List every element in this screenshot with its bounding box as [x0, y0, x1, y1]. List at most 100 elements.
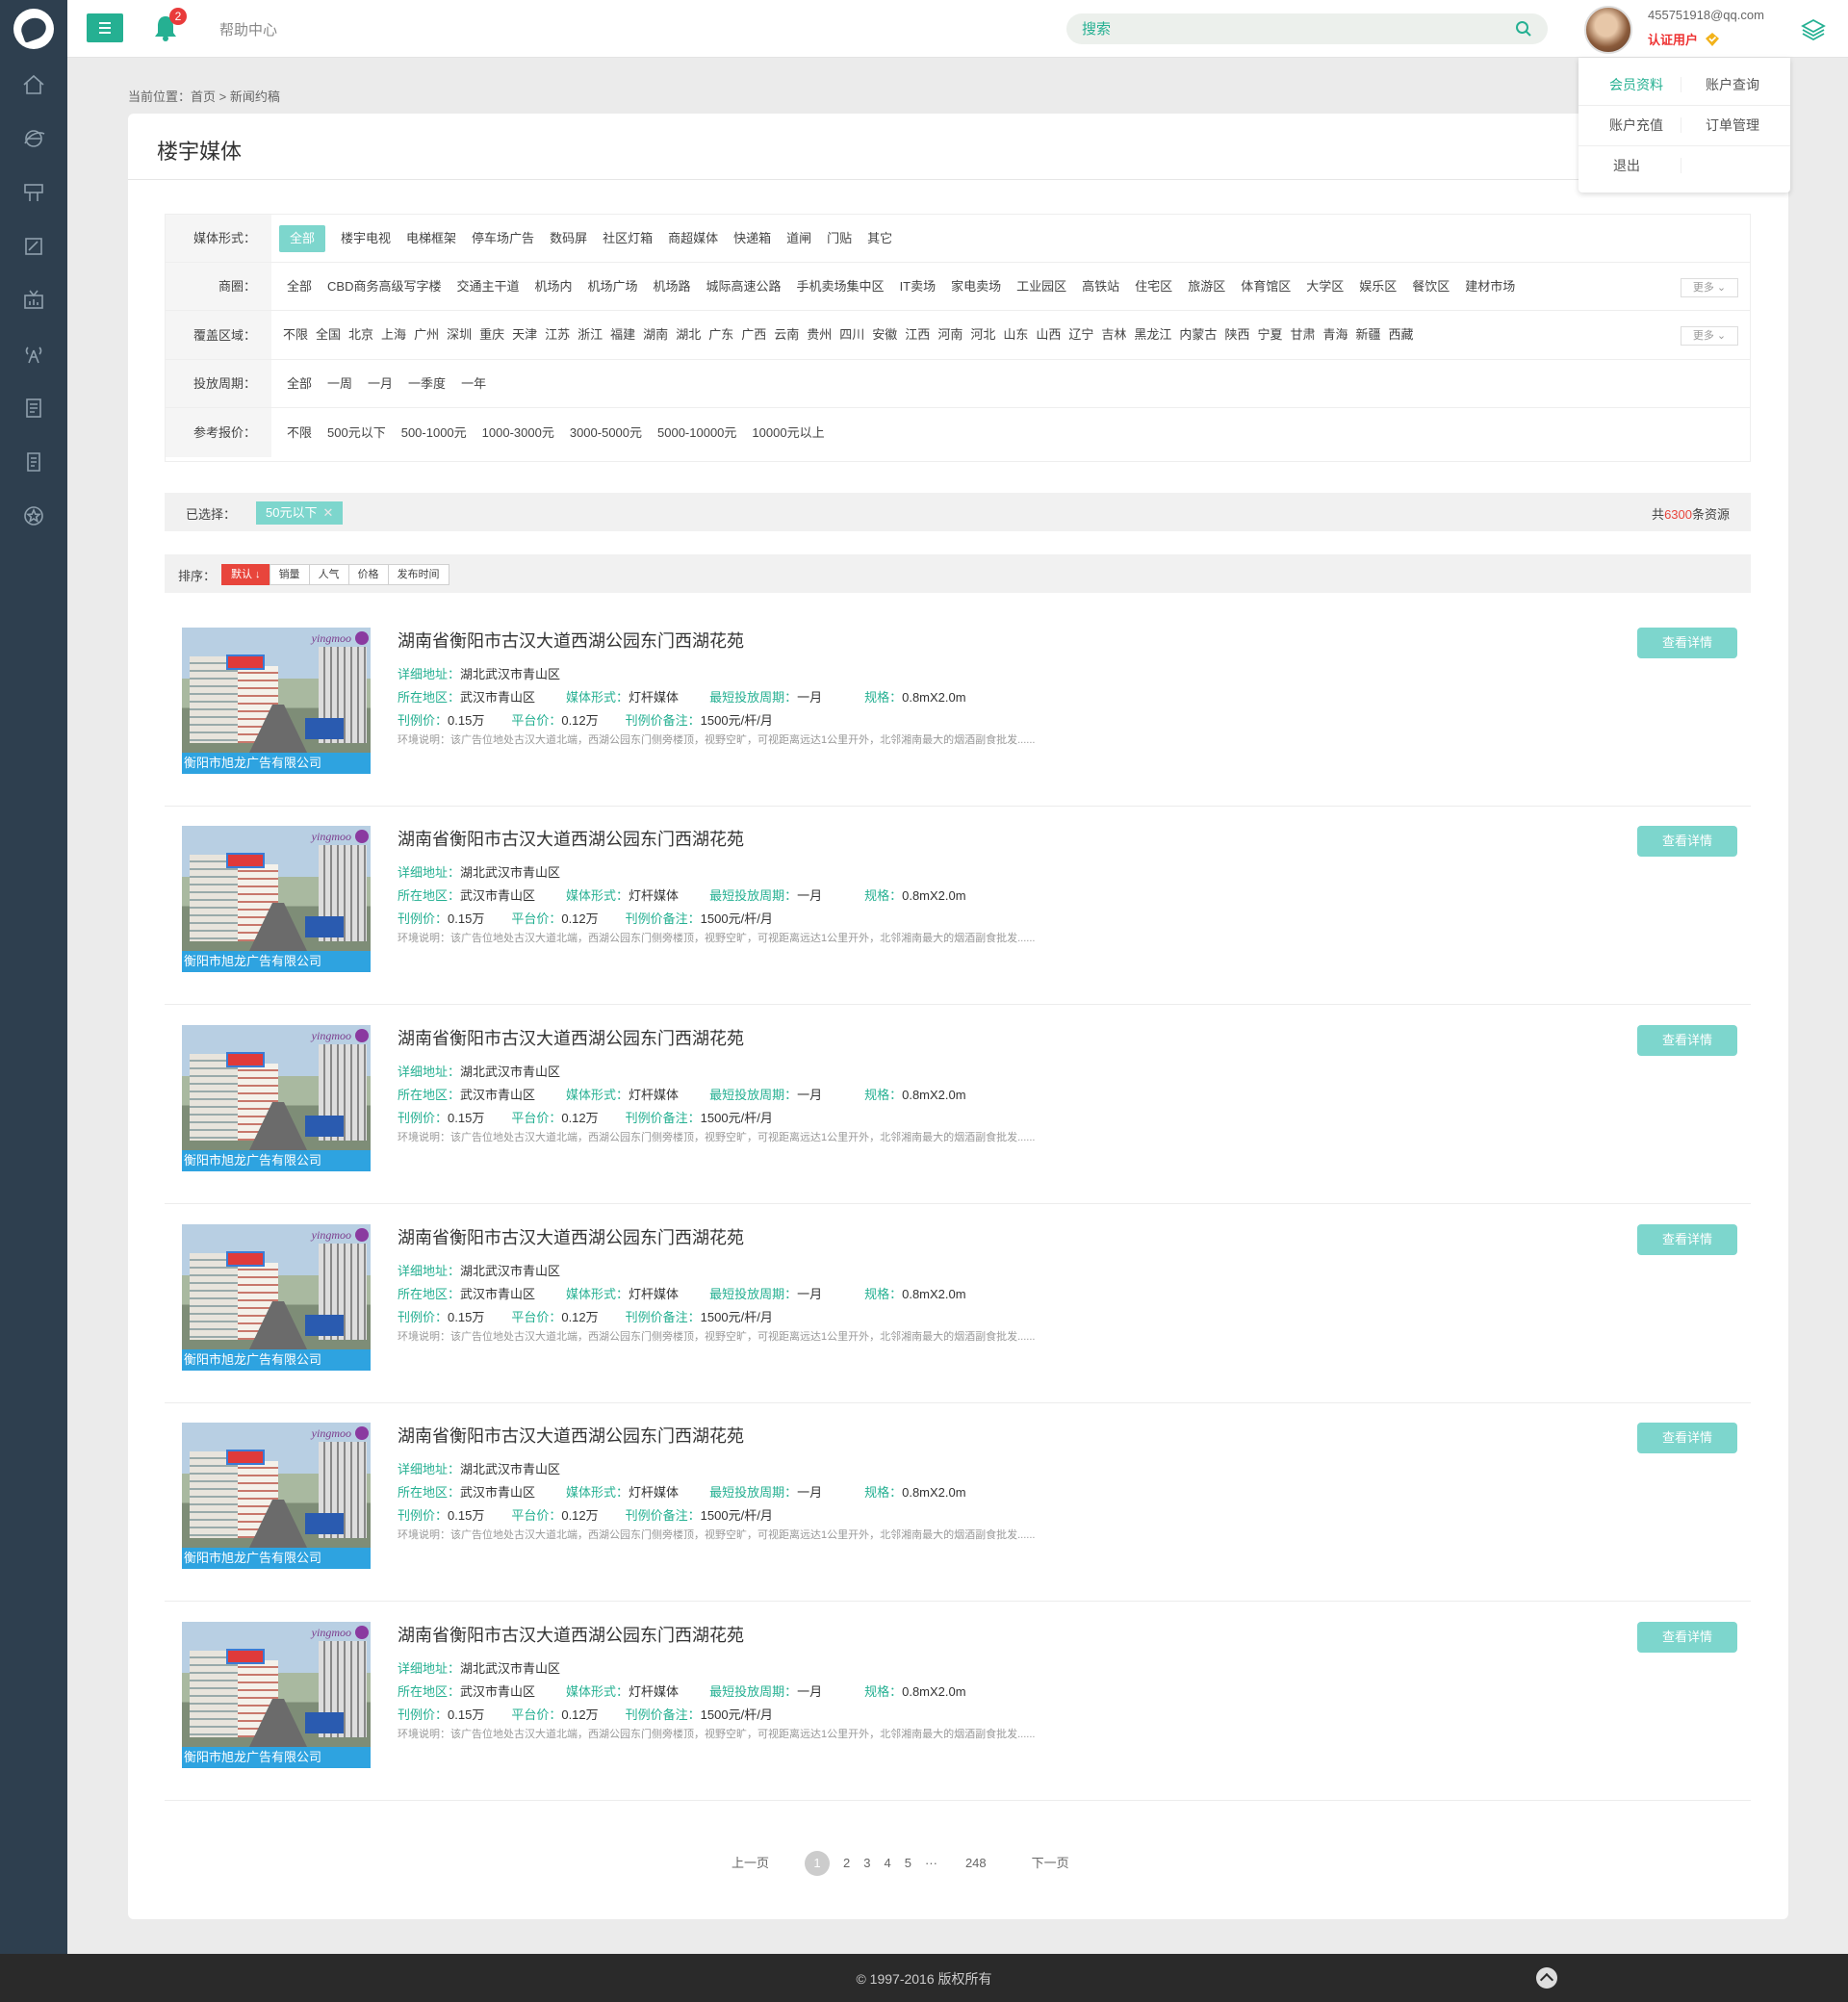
menu-account-query[interactable]: 账户查询	[1684, 65, 1781, 104]
view-details-button[interactable]: 查看详情	[1637, 1423, 1737, 1453]
filter-option[interactable]: 一周	[320, 371, 360, 398]
page-link[interactable]: 2	[843, 1852, 850, 1875]
filter-option[interactable]: 一年	[453, 371, 494, 398]
filter-option[interactable]: 重庆	[475, 321, 508, 348]
listing-title[interactable]: 湖南省衡阳市古汉大道西湖公园东门西湖花苑	[398, 1622, 744, 1647]
filter-option[interactable]: 门贴	[819, 225, 860, 252]
close-icon[interactable]: ✕	[322, 505, 333, 520]
filter-option[interactable]: 道闸	[779, 225, 819, 252]
filter-option[interactable]: 手机卖场集中区	[789, 273, 892, 300]
filter-option[interactable]: 四川	[835, 321, 868, 348]
filter-option[interactable]: 数码屏	[542, 225, 595, 252]
filter-option[interactable]: 停车场广告	[464, 225, 542, 252]
menu-account-recharge[interactable]: 账户充值	[1588, 106, 1684, 144]
filter-option[interactable]: 住宅区	[1127, 273, 1180, 300]
view-details-button[interactable]: 查看详情	[1637, 1622, 1737, 1653]
notification-button[interactable]: 2	[152, 8, 187, 44]
filter-option[interactable]: 城际高速公路	[699, 273, 789, 300]
filter-option[interactable]: 天津	[508, 321, 541, 348]
filter-option[interactable]: 大学区	[1298, 273, 1351, 300]
filter-option[interactable]: 福建	[606, 321, 639, 348]
listing-title[interactable]: 湖南省衡阳市古汉大道西湖公园东门西湖花苑	[398, 1224, 744, 1249]
more-button[interactable]: 更多 ⌄	[1681, 278, 1738, 297]
more-button[interactable]: 更多 ⌄	[1681, 326, 1738, 346]
filter-option[interactable]: 广东	[705, 321, 737, 348]
page-link[interactable]: 1	[805, 1851, 831, 1876]
listing-image[interactable]: yingmoo 衡阳市旭龙广告有限公司	[182, 1423, 371, 1569]
tv-icon[interactable]	[0, 273, 67, 327]
menu-logout[interactable]: 退出	[1578, 146, 1675, 185]
page-link[interactable]: 5	[905, 1852, 911, 1875]
filter-option[interactable]: 黑龙江	[1130, 321, 1175, 348]
filter-option[interactable]: 陕西	[1220, 321, 1253, 348]
next-page-link[interactable]: 下一页	[1032, 1852, 1069, 1875]
filter-option[interactable]: 全部	[279, 224, 326, 252]
filter-option[interactable]: IT卖场	[892, 273, 944, 300]
filter-option[interactable]: 高铁站	[1074, 273, 1127, 300]
filter-option[interactable]: 贵州	[803, 321, 835, 348]
filter-option[interactable]: 新疆	[1352, 321, 1385, 348]
filter-option[interactable]: 机场广场	[580, 273, 646, 300]
filter-option[interactable]: 安徽	[868, 321, 901, 348]
filter-option[interactable]: 交通主干道	[449, 273, 526, 300]
filter-option[interactable]: 河北	[966, 321, 999, 348]
broadcast-icon[interactable]	[0, 327, 67, 381]
sort-option[interactable]: 发布时间	[387, 564, 449, 585]
menu-member-profile[interactable]: 会员资料	[1588, 65, 1684, 104]
home-icon[interactable]	[0, 58, 67, 112]
filter-option[interactable]: 西藏	[1385, 321, 1418, 348]
filter-option[interactable]: 娱乐区	[1351, 273, 1404, 300]
filter-option[interactable]: 家电卖场	[943, 273, 1009, 300]
filter-option[interactable]: 吉林	[1097, 321, 1130, 348]
star-icon[interactable]	[0, 489, 67, 543]
filter-option[interactable]: 内蒙古	[1175, 321, 1220, 348]
filter-option[interactable]: 其它	[860, 225, 900, 252]
filter-option[interactable]: 500-1000元	[394, 420, 475, 447]
layers-icon[interactable]	[1800, 15, 1827, 42]
filter-option[interactable]: 一月	[360, 371, 400, 398]
prev-page-link[interactable]: 上一页	[732, 1852, 769, 1875]
magazine-icon[interactable]	[0, 381, 67, 435]
sort-option[interactable]: 人气	[308, 564, 349, 585]
filter-option[interactable]: 云南	[770, 321, 803, 348]
filter-option[interactable]: 社区灯箱	[595, 225, 660, 252]
sort-option[interactable]: 销量	[269, 564, 310, 585]
app-logo[interactable]	[0, 0, 67, 58]
filter-option[interactable]: 1000-3000元	[475, 420, 562, 447]
filter-option[interactable]: 5000-10000元	[650, 420, 744, 447]
listing-image[interactable]: yingmoo 衡阳市旭龙广告有限公司	[182, 1622, 371, 1768]
filter-option[interactable]: 不限	[279, 321, 312, 348]
listing-image[interactable]: yingmoo 衡阳市旭龙广告有限公司	[182, 1224, 371, 1371]
filter-option[interactable]: 机场路	[646, 273, 699, 300]
filter-option[interactable]: 甘肃	[1286, 321, 1319, 348]
listing-image[interactable]: yingmoo 衡阳市旭龙广告有限公司	[182, 628, 371, 774]
filter-option[interactable]: 辽宁	[1065, 321, 1097, 348]
billboard-icon[interactable]	[0, 166, 67, 219]
filter-option[interactable]: 10000元以上	[744, 420, 832, 447]
page-link[interactable]: 3	[863, 1852, 870, 1875]
filter-option[interactable]: 江西	[901, 321, 934, 348]
filter-option[interactable]: 一季度	[400, 371, 453, 398]
menu-toggle-button[interactable]	[87, 13, 123, 42]
page-link[interactable]: 248	[965, 1852, 987, 1875]
filter-option[interactable]: 体育馆区	[1233, 273, 1298, 300]
listing-image[interactable]: yingmoo 衡阳市旭龙广告有限公司	[182, 1025, 371, 1171]
listing-title[interactable]: 湖南省衡阳市古汉大道西湖公园东门西湖花苑	[398, 628, 744, 653]
filter-option[interactable]: 深圳	[443, 321, 475, 348]
page-link[interactable]: 4	[884, 1852, 890, 1875]
sort-option[interactable]: 默认 ↓	[221, 564, 270, 585]
search-input[interactable]	[1066, 13, 1490, 44]
filter-option[interactable]: 全部	[279, 273, 320, 300]
filter-option[interactable]: 江苏	[541, 321, 574, 348]
filter-option[interactable]: 500元以下	[320, 420, 394, 447]
filter-option[interactable]: 山西	[1032, 321, 1065, 348]
filter-option[interactable]: 商超媒体	[660, 225, 726, 252]
filter-option[interactable]: 工业园区	[1009, 273, 1074, 300]
listing-title[interactable]: 湖南省衡阳市古汉大道西湖公园东门西湖花苑	[398, 1025, 744, 1050]
view-details-button[interactable]: 查看详情	[1637, 1224, 1737, 1255]
filter-option[interactable]: 快递箱	[726, 225, 779, 252]
sort-option[interactable]: 价格	[347, 564, 389, 585]
filter-option[interactable]: 湖南	[639, 321, 672, 348]
menu-order-management[interactable]: 订单管理	[1684, 106, 1781, 144]
filter-option[interactable]: 旅游区	[1180, 273, 1233, 300]
